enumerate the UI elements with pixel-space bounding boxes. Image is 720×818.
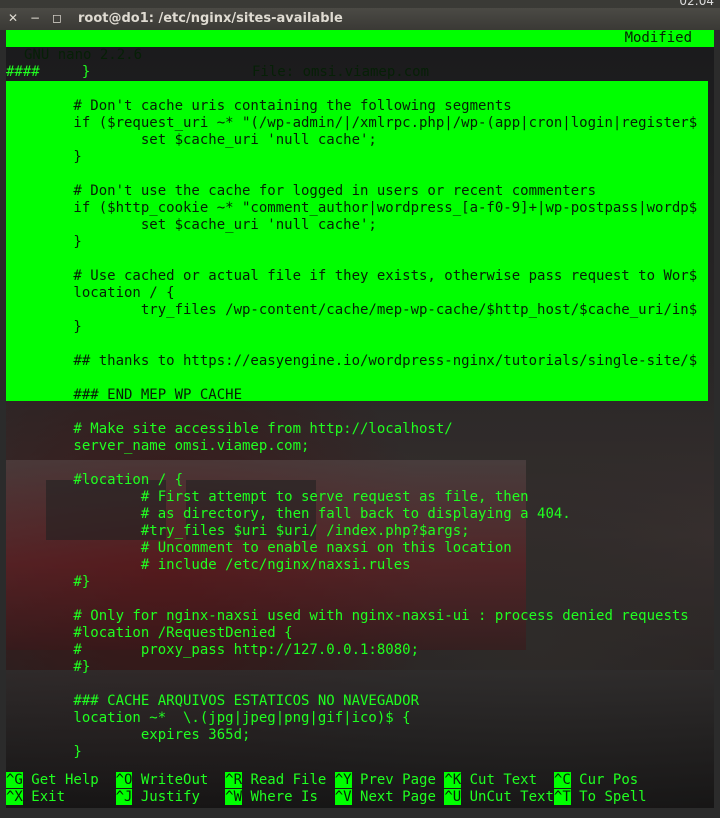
close-icon[interactable]: ✕ (8, 11, 18, 25)
editor-line[interactable]: try_files /wp-content/cache/mep-wp-cache… (6, 302, 714, 319)
shortcut-key: ^X (6, 789, 23, 805)
editor-line[interactable]: set $cache_uri 'null cache'; (6, 217, 714, 234)
editor-line[interactable]: ### CACHE ARQUIVOS ESTATICOS NO NAVEGADO… (6, 693, 714, 710)
editor-line[interactable] (6, 455, 714, 472)
editor-line[interactable] (6, 370, 714, 387)
shortcut-label: Exit (22, 789, 116, 805)
editor-line[interactable]: # Make site accessible from http://local… (6, 421, 714, 438)
shortcut-key: ^U (444, 789, 462, 805)
editor-line[interactable]: #} (6, 574, 714, 591)
shortcut-label: Prev Page (351, 772, 445, 788)
editor-line[interactable]: # Don't use the cache for logged in user… (6, 183, 714, 200)
editor-line[interactable]: # Only for nginx-naxsi used with nginx-n… (6, 608, 714, 625)
editor-line[interactable]: # Don't cache uris containing the follow… (6, 98, 714, 115)
shortcut-key: ^V (334, 789, 352, 805)
shortcut-item[interactable]: ^W Where Is (225, 789, 335, 805)
editor-line[interactable]: #location /RequestDenied { (6, 625, 714, 642)
scrollbar[interactable] (714, 30, 720, 808)
editor-line[interactable]: ## thanks to https://easyengine.io/wordp… (6, 353, 714, 370)
editor-line[interactable]: server_name omsi.viamep.com; (6, 438, 714, 455)
shortcut-key: ^Y (334, 772, 352, 788)
window-title: root@do1: /etc/nginx/sites-available (78, 11, 343, 26)
shortcut-row-1: ^G Get Help ^O WriteOut ^R Read File ^Y … (6, 772, 714, 789)
shortcut-item[interactable]: ^R Read File (225, 772, 335, 788)
editor-line[interactable]: # proxy_pass http://127.0.0.1:8080; (6, 642, 714, 659)
shortcut-key: ^C (553, 772, 571, 788)
editor-line[interactable]: #try_files $uri $uri/ /index.php?$args; (6, 523, 714, 540)
editor-line[interactable] (6, 676, 714, 693)
shortcut-label: To Spell (570, 789, 647, 805)
shortcut-label: Next Page (351, 789, 445, 805)
shortcut-label: Read File (242, 772, 335, 788)
editor-line[interactable]: expires 365d; (6, 727, 714, 744)
shortcut-item[interactable]: ^T To Spell (553, 789, 647, 805)
editor-line[interactable]: location / { (6, 285, 714, 302)
terminal-area[interactable]: GNU nano 2.2.6 File: omsi.viamep.com Mod… (6, 30, 714, 808)
editor-line[interactable]: #} (6, 659, 714, 676)
editor-line[interactable]: set $cache_uri 'null cache'; (6, 132, 714, 149)
nano-header: GNU nano 2.2.6 File: omsi.viamep.com Mod… (6, 30, 714, 80)
editor-line[interactable]: # Use cached or actual file if they exis… (6, 268, 714, 285)
minimize-icon[interactable]: − (30, 11, 40, 25)
editor-line[interactable]: ### END MEP WP CACHE (6, 387, 714, 404)
editor-line[interactable]: #### } (6, 64, 714, 81)
shortcut-key: ^R (225, 772, 243, 788)
editor-line[interactable]: } (6, 234, 714, 251)
editor-line[interactable]: location ~* \.(jpg|jpeg|png|gif|ico)$ { (6, 710, 714, 727)
editor-line[interactable] (6, 251, 714, 268)
shortcut-key: ^K (444, 772, 462, 788)
editor-line[interactable]: } (6, 149, 714, 166)
window-bottom-border (0, 808, 720, 818)
shortcut-key: ^J (115, 789, 133, 805)
shortcut-key: ^T (553, 789, 571, 805)
shortcut-item[interactable]: ^O WriteOut (115, 772, 226, 788)
shortcut-item[interactable]: ^U UnCut Text (444, 789, 554, 805)
nano-modified-status: Modified (624, 30, 692, 46)
editor-line[interactable] (6, 166, 714, 183)
editor-line[interactable]: # include /etc/nginx/naxsi.rules (6, 557, 714, 574)
shortcut-item[interactable]: ^V Next Page (334, 789, 445, 805)
editor-line[interactable] (6, 404, 714, 421)
shortcut-item[interactable]: ^J Justify (115, 789, 226, 805)
shortcut-label: Cur Pos (570, 772, 639, 788)
editor-line[interactable]: #location / { (6, 472, 714, 489)
editor-line[interactable]: if ($http_cookie ~* "comment_author|word… (6, 200, 714, 217)
editor-line[interactable]: } (6, 744, 714, 761)
nano-version: GNU nano 2.2.6 (24, 47, 143, 63)
editor-line[interactable] (6, 336, 714, 353)
shortcut-item[interactable]: ^X Exit (6, 789, 116, 805)
shortcut-item[interactable]: ^C Cur Pos (553, 772, 639, 788)
editor-line[interactable] (6, 591, 714, 608)
shortcut-item[interactable]: ^K Cut Text (444, 772, 554, 788)
shortcut-label: WriteOut (132, 772, 226, 788)
shortcut-row-2: ^X Exit ^J Justify ^W Where Is ^V Next P… (6, 789, 714, 806)
editor-line[interactable]: # as directory, then fall back to displa… (6, 506, 714, 523)
shortcut-item[interactable]: ^Y Prev Page (334, 772, 445, 788)
editor-line[interactable] (6, 81, 714, 98)
shortcut-label: Get Help (22, 772, 116, 788)
window-titlebar[interactable]: ✕ − ◻ root@do1: /etc/nginx/sites-availab… (0, 8, 720, 30)
tray-clock: 02:04 (679, 0, 714, 8)
shortcut-label: UnCut Text (461, 789, 554, 805)
shortcut-label: Cut Text (461, 772, 554, 788)
editor-line[interactable]: # First attempt to serve request as file… (6, 489, 714, 506)
shortcut-key: ^O (115, 772, 133, 788)
maximize-icon[interactable]: ◻ (52, 11, 62, 25)
shortcut-label: Justify (132, 789, 226, 805)
editor-line[interactable]: if ($request_uri ~* "(/wp-admin/|/xmlrpc… (6, 115, 714, 132)
shortcut-label: Where Is (242, 789, 335, 805)
editor-line[interactable]: # Uncomment to enable naxsi on this loca… (6, 540, 714, 557)
shortcut-key: ^G (6, 772, 23, 788)
editor-line[interactable]: } (6, 319, 714, 336)
desktop-top-strip: 02:04 (0, 0, 720, 8)
shortcut-key: ^W (225, 789, 243, 805)
shortcut-item[interactable]: ^G Get Help (6, 772, 116, 788)
